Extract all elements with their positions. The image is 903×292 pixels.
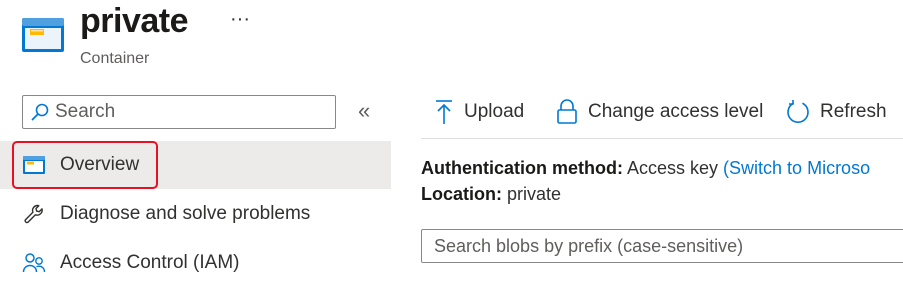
sidebar-search-input[interactable] xyxy=(55,101,315,123)
sidebar-item-label: Diagnose and solve problems xyxy=(60,203,311,224)
people-icon xyxy=(22,251,46,275)
wrench-icon xyxy=(22,202,46,226)
upload-icon xyxy=(436,100,452,124)
sidebar-search-box[interactable] xyxy=(22,95,336,129)
location-value: private xyxy=(507,184,562,204)
location-key: Location: xyxy=(421,184,502,204)
toolbar-divider xyxy=(421,138,903,139)
refresh-label: Refresh xyxy=(820,101,887,122)
refresh-button[interactable]: Refresh xyxy=(786,96,887,128)
upload-label: Upload xyxy=(464,101,525,122)
authentication-method-key: Authentication method: xyxy=(421,158,623,178)
authentication-method-row: Authentication method: Access key (Switc… xyxy=(421,158,870,179)
sidebar-item-label: Overview xyxy=(60,154,140,175)
sidebar-item-iam[interactable]: Access Control (IAM) xyxy=(0,239,391,287)
container-icon xyxy=(22,18,64,52)
switch-authentication-link[interactable]: (Switch to Microso xyxy=(723,158,870,178)
blob-prefix-search-input[interactable] xyxy=(421,229,903,263)
location-row: Location: private xyxy=(421,184,561,205)
change-access-level-button[interactable]: Change access level xyxy=(556,96,763,128)
refresh-icon xyxy=(787,100,809,123)
sidebar-item-diagnose[interactable]: Diagnose and solve problems xyxy=(0,190,391,238)
page-subtitle: Container xyxy=(80,50,150,67)
collapse-sidebar-button[interactable]: « xyxy=(358,98,370,124)
change-access-level-label: Change access level xyxy=(588,101,764,122)
sidebar-item-label: Access Control (IAM) xyxy=(60,252,240,273)
container-icon xyxy=(22,153,46,177)
sidebar-item-overview[interactable]: Overview xyxy=(0,141,391,189)
authentication-method-value: Access key xyxy=(627,158,719,178)
page-title: private xyxy=(80,2,189,40)
upload-button[interactable]: Upload xyxy=(434,96,524,128)
lock-icon xyxy=(557,99,577,124)
search-icon xyxy=(31,103,49,121)
more-options-button[interactable]: ··· xyxy=(230,8,250,31)
